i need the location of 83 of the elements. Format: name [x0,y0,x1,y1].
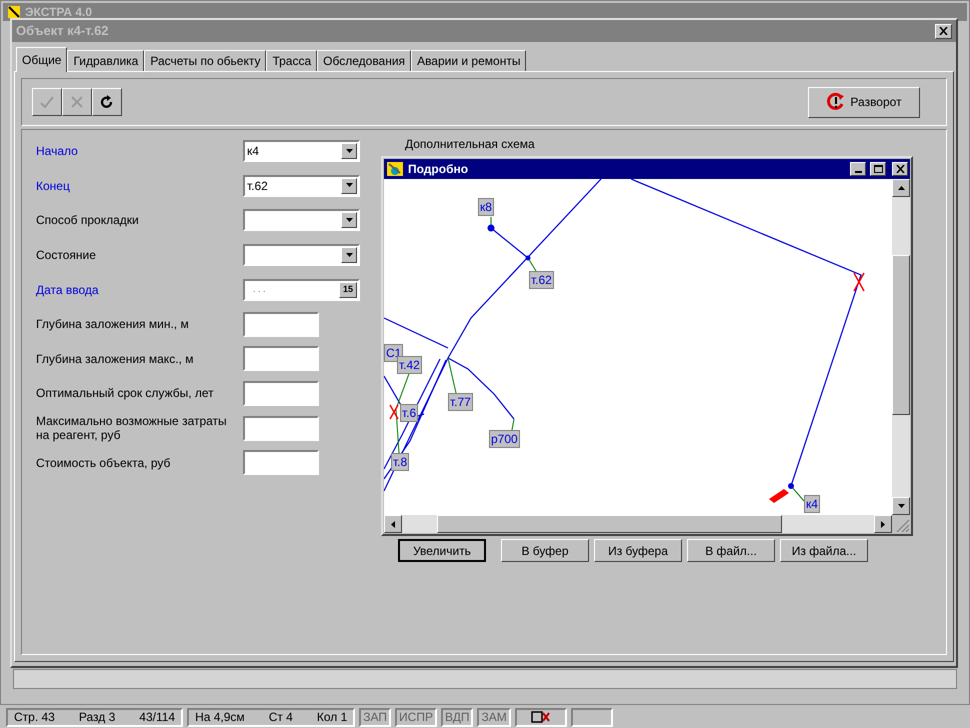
status-indicator: ИСПР [395,708,437,726]
node-label: к4 [804,495,820,513]
field-label: Конец [36,178,71,193]
scheme-button[interactable]: Из буфера [594,539,682,562]
maximize-icon [874,165,882,173]
close-icon [939,27,948,35]
field-label: Глубина заложения макс., м [36,352,194,366]
dropdown-field[interactable]: к4 [243,140,360,162]
status-text: Стр. 43 [14,709,55,726]
input-field[interactable] [243,450,319,476]
status-text: Ст 4 [268,709,293,726]
status-text: 43/114 [139,709,176,726]
node-label: т.8 [391,453,410,471]
input-field[interactable] [243,416,319,441]
map-window-title: Подробно [408,161,470,178]
scheme-button[interactable]: Увеличить [398,539,486,562]
checkmark-icon [39,95,55,109]
field-label: Максимально возможные затраты на реагент, руб [36,414,228,442]
field-label: Состояние [36,248,97,262]
status-text: Кол 1 [316,709,348,726]
toolbar-button[interactable] [92,88,122,116]
node-label: т.77 [448,393,473,411]
date-field[interactable]: . . . 15 [243,278,360,301]
arrow-down-icon [896,502,906,510]
arrow-up-icon [896,184,906,192]
close-button[interactable] [892,162,908,176]
status-indicator: ЗАМ [477,708,511,726]
status-text: Разд 3 [78,709,116,726]
tab[interactable]: Гидравлика [67,50,144,71]
scheme-button[interactable]: Из файла... [780,539,868,562]
horizontal-scrollbar[interactable] [384,515,892,533]
arrow-left-icon [388,520,398,528]
field-label: Стоимость объекта, руб [36,456,172,470]
close-button[interactable] [935,24,952,38]
app-logo-icon [7,5,21,19]
dialog-title: Объект к4-т.62 [16,22,110,40]
tab[interactable]: Общие [16,47,68,72]
tab[interactable]: Аварии и ремонты [411,50,526,71]
dropdown-field[interactable]: т.62 [243,174,360,197]
close-icon [896,165,904,173]
cross-icon [70,95,84,109]
scroll-thumb[interactable] [437,515,782,533]
calendar-button[interactable]: 15 [339,282,357,298]
app-title: ЭКСТРА 4.0 [25,4,92,21]
scheme-button[interactable]: В буфер [501,539,589,562]
dropdown-button[interactable] [341,178,357,194]
tab[interactable]: Трасса [266,50,318,71]
status-panel [570,708,613,726]
tab[interactable]: Обследования [317,50,412,71]
node-label: р700 [489,430,520,448]
node-label: к8 [478,198,494,216]
dropdown-field[interactable] [243,209,360,232]
node-label: т.62 [529,271,554,289]
node-label: т.6 [400,404,418,422]
input-field[interactable] [243,312,319,337]
dropdown-button[interactable] [341,212,357,228]
status-text: На 4,9см [195,709,245,726]
rotate-icon [826,92,846,112]
scheme-caption: Дополнительная схема [405,136,536,153]
scroll-thumb[interactable] [892,255,910,415]
input-field[interactable] [243,380,319,406]
redo-arrow-icon [100,95,114,109]
reverse-button[interactable]: Разворот [808,86,920,118]
field-label: Дата ввода [36,282,100,297]
field-label: Глубина заложения мин., м [36,317,190,332]
vertical-scrollbar[interactable] [892,179,910,515]
dropdown-button[interactable] [341,247,357,264]
tab[interactable]: Расчеты по обьекту [144,50,266,71]
dropdown-button[interactable] [341,143,357,160]
node-label: т.42 [397,356,422,374]
minimize-icon [854,171,862,173]
app-logo-icon [386,161,404,177]
dropdown-field[interactable] [243,244,360,266]
minimize-button[interactable] [850,162,866,176]
arrow-right-icon [878,520,888,528]
status-indicator: ВДП [440,708,474,726]
field-label: Начало [36,144,79,158]
field-label: Оптимальный срок службы, лет [36,386,215,400]
scheme-button[interactable]: В файл... [687,539,775,562]
input-field[interactable] [243,346,319,372]
status-indicator: ЗАП [359,708,392,726]
maximize-button[interactable] [870,162,886,176]
field-label: Способ прокладки [36,213,140,228]
